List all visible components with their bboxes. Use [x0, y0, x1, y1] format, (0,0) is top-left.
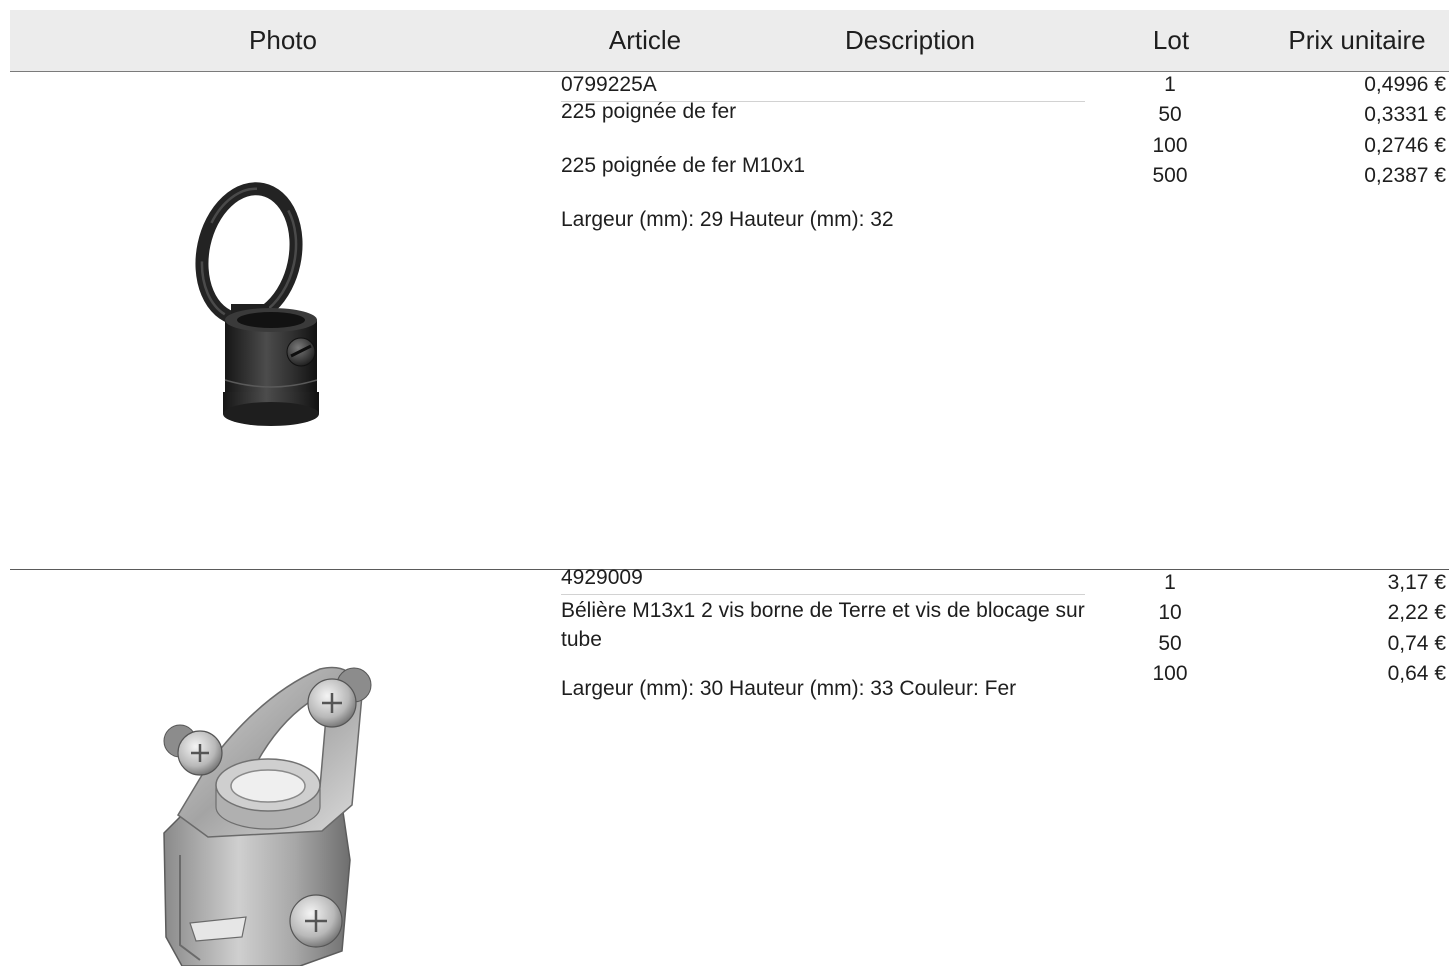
- lot-quantity: 100: [1152, 661, 1188, 685]
- screw-left: [163, 724, 223, 776]
- column-header-lot: Lot: [1152, 25, 1190, 55]
- row-divider: [10, 569, 1449, 570]
- lot-quantity: 500: [1152, 163, 1188, 187]
- lot-quantity: 1: [1164, 73, 1176, 96]
- unit-price: 0,74 €: [1387, 631, 1446, 655]
- set-screw: [286, 337, 316, 367]
- product-name: Bélière M13x1 2 vis borne de Terre et vi…: [561, 599, 1085, 651]
- tube-collar: [215, 758, 321, 830]
- product-name: 225 poignée de fer: [561, 100, 737, 123]
- unit-price: 0,2746 €: [1364, 133, 1446, 157]
- column-header-description: Description: [844, 25, 976, 55]
- unit-price: 2,22 €: [1387, 601, 1446, 625]
- column-header-article: Article: [608, 25, 682, 55]
- lot-quantity: 100: [1152, 133, 1188, 157]
- lot-quantity: 50: [1158, 631, 1182, 655]
- unit-price: 0,64 €: [1387, 661, 1446, 685]
- lot-quantities: 1 50 100 500: [1110, 70, 1230, 191]
- unit-prices: 0,4996 € 0,3331 € 0,2746 € 0,2387 €: [1240, 70, 1446, 191]
- lot-quantities: 1 10 50 100: [1110, 568, 1230, 689]
- article-underline: [561, 594, 1085, 595]
- column-header-unit-price: Prix unitaire: [1288, 25, 1426, 55]
- product-dimensions: Largeur (mm): 29 Hauteur (mm): 32: [561, 208, 894, 231]
- product-photo: [150, 655, 390, 966]
- iron-ring-handle-photo: [195, 182, 319, 426]
- unit-prices: 3,17 € 2,22 € 0,74 € 0,64 €: [1240, 568, 1446, 689]
- lot-quantity: 10: [1158, 601, 1182, 625]
- lot-quantity: 50: [1158, 103, 1182, 127]
- product-description: 225 poignée de fer M10x1: [561, 154, 806, 177]
- product-dimensions: Largeur (mm): 30 Hauteur (mm): 33 Couleu…: [561, 677, 1017, 700]
- threaded-socket: [223, 308, 319, 426]
- unit-price: 0,2387 €: [1364, 163, 1446, 187]
- tube-bracket-with-screws-photo: [163, 666, 372, 966]
- lot-quantity: 1: [1164, 571, 1176, 594]
- product-photo: [185, 180, 335, 435]
- unit-price: 3,17 €: [1387, 571, 1446, 594]
- column-header-photo: Photo: [249, 25, 317, 55]
- article-code: 4929009: [561, 566, 643, 589]
- screw-bottom-right: [289, 894, 343, 948]
- unit-price: 0,4996 €: [1364, 73, 1446, 96]
- article-code: 0799225A: [561, 73, 657, 96]
- header-rule: [10, 71, 1449, 72]
- unit-price: 0,3331 €: [1364, 103, 1446, 127]
